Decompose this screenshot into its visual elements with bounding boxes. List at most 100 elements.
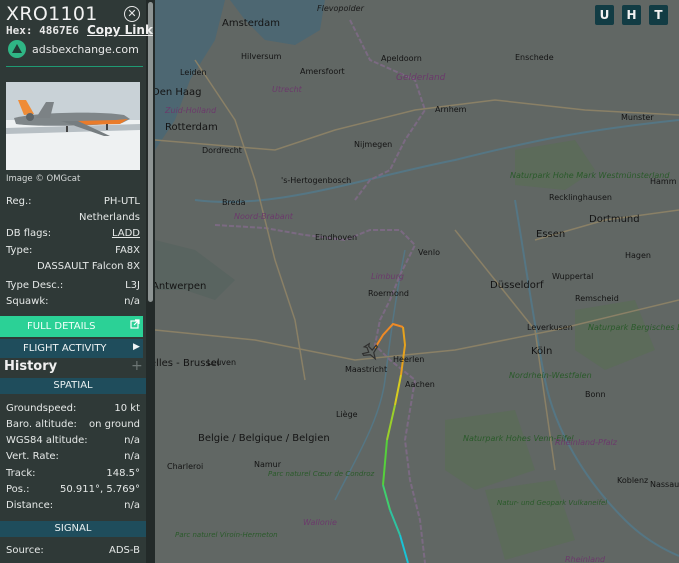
spatial-label: WGS84 altitude: (6, 435, 88, 446)
aircraft-callsign: XRO1101 (6, 3, 98, 25)
map-label: Parc naturel Cœur de Condroz (268, 470, 375, 478)
map-label: Wallonie (303, 518, 337, 527)
detail-value: PH-UTL (103, 196, 140, 207)
map-label: Amersfoort (300, 67, 345, 76)
detail-value: FA8X (115, 245, 140, 256)
detail-value: L3J (125, 280, 140, 291)
map-label: Nijmegen (354, 140, 392, 149)
map-toggle-t-button[interactable]: T (649, 5, 668, 25)
spatial-label: Track: (6, 468, 36, 479)
full-details-button[interactable]: FULL DETAILS (0, 316, 143, 337)
copy-link[interactable]: Copy Link (87, 23, 153, 37)
detail-value: n/a (124, 296, 140, 307)
map-label: Zuid-Holland (164, 106, 217, 115)
close-icon[interactable]: ✕ (124, 6, 140, 22)
history-heading[interactable]: History (4, 359, 57, 374)
map-label: Remscheid (575, 294, 619, 303)
hex-value: 4867E6 (39, 24, 79, 37)
map-label: Dortmund (589, 214, 640, 225)
map-label: Namur (254, 460, 282, 469)
spatial-value: on ground (88, 419, 140, 430)
map-label: Belgie / Belgique / Belgien (198, 433, 330, 444)
map-label: Nassau (650, 480, 679, 489)
full-details-label: FULL DETAILS (27, 321, 96, 332)
map-label: Essen (536, 229, 565, 240)
map-label: Utrecht (272, 85, 303, 94)
map-label: Breda (222, 198, 246, 207)
map-label: Antwerpen (155, 281, 206, 292)
plus-icon[interactable]: + (131, 358, 143, 374)
signal-label: Source: (6, 545, 44, 556)
infoblock-panel: XRO1101 ✕ Hex: 4867E6 Copy Link adsbexch… (0, 0, 155, 563)
map-label: Roermond (368, 289, 409, 298)
external-link-icon (130, 319, 140, 332)
map-label: Rotterdam (165, 122, 218, 133)
signal-section-header[interactable]: SIGNAL (0, 521, 146, 537)
map-label: Hilversum (241, 52, 282, 61)
map-label: Den Haag (155, 87, 202, 98)
map-toggle-u-button[interactable]: U (595, 5, 614, 25)
map-toggle-h-button[interactable]: H (622, 5, 641, 25)
spatial-label: Baro. altitude: (6, 419, 77, 430)
ladd-link[interactable]: LADD (112, 228, 140, 239)
spatial-label: Pos.: (6, 484, 30, 495)
map-label: Rheinland-Pfalz (555, 438, 618, 447)
spatial-label: Groundspeed: (6, 403, 77, 414)
detail-label: Reg.: (6, 196, 32, 207)
aircraft-photo[interactable] (6, 82, 140, 170)
map-label: Leverkusen (527, 323, 573, 332)
detail-value: Netherlands (79, 212, 140, 223)
map-label: Natur- und Geopark Vulkaneifel (497, 499, 607, 507)
spatial-value: n/a (124, 500, 140, 511)
flight-activity-label: FLIGHT ACTIVITY (23, 343, 107, 354)
map-label: Liège (336, 409, 358, 419)
map-label: Aachen (405, 380, 435, 389)
spatial-value: 148.5° (106, 468, 140, 479)
spatial-value: n/a (124, 435, 140, 446)
map-label: Eindhoven (315, 233, 357, 242)
map-label: Amsterdam (222, 18, 280, 29)
map-label: Flevopolder (317, 4, 365, 13)
map-label: Rheinland (565, 555, 606, 563)
detail-label: Type Desc.: (6, 280, 64, 291)
map-label: Dordrecht (202, 146, 242, 155)
scrollbar-thumb[interactable] (148, 2, 153, 302)
map-label: Köln (531, 346, 552, 357)
map-label: Nordrhein-Westfalen (509, 371, 592, 380)
map-label: Hagen (625, 251, 651, 260)
map-label: Recklinghausen (549, 193, 612, 202)
map-label: Wuppertal (552, 272, 593, 281)
detail-label: DB flags: (6, 228, 52, 239)
adsbx-logo-icon (8, 40, 26, 58)
map-label: Venlo (418, 248, 440, 257)
map-label: Leuven (207, 358, 236, 367)
detail-value: DASSAULT Falcon 8X (37, 261, 140, 272)
map-label: Gelderland (396, 73, 446, 83)
map-label: Leiden (180, 68, 207, 77)
signal-value: ADS-B (108, 545, 140, 556)
map-label: Limburg (371, 272, 404, 281)
chevron-right-icon: ▶ (133, 342, 140, 352)
flight-activity-button[interactable]: FLIGHT ACTIVITY ▶ (0, 339, 143, 358)
map-canvas[interactable]: Flevopolder Amsterdam Hilversum Amersfoo… (155, 0, 679, 563)
spatial-value: 10 kt (114, 403, 140, 414)
map-label: Düsseldorf (490, 280, 544, 291)
map-label: Naturpark Hohe Mark Westmünsterland (510, 171, 670, 180)
map-label: Noord-Brabant (234, 212, 294, 221)
detail-label: Squawk: (6, 296, 49, 307)
adsbx-text: adsbexchange.com (32, 43, 139, 56)
detail-label: Type: (6, 245, 33, 256)
spatial-value: n/a (124, 451, 140, 462)
map-label: Enschede (515, 53, 554, 62)
image-credit: Image © OMGcat (6, 174, 81, 184)
divider (6, 66, 143, 67)
map-label: Koblenz (617, 476, 648, 485)
map-label: Maastricht (345, 365, 387, 374)
spatial-label: Vert. Rate: (6, 451, 59, 462)
map-label: Apeldoorn (381, 54, 422, 63)
hex-label: Hex: (6, 24, 33, 37)
map-label: Munster (621, 113, 654, 122)
spatial-section-header[interactable]: SPATIAL (0, 378, 146, 394)
map-label: Charleroi (167, 462, 203, 471)
map-label: Bonn (585, 390, 606, 399)
